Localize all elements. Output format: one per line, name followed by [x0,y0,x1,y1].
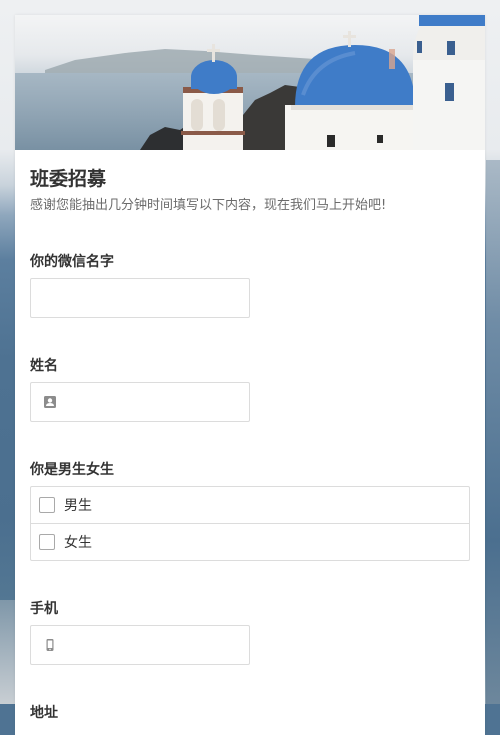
gender-option-male[interactable]: 男生 [31,487,469,523]
phone-input-box [30,625,250,665]
contact-card-icon [44,396,56,408]
female-checkbox[interactable] [39,534,55,550]
name-input-box [30,382,250,422]
background-sea-edge [486,160,500,704]
name-input[interactable] [31,383,249,421]
wechat-name-label: 你的微信名字 [30,254,114,270]
wechat-name-input-box [30,278,250,318]
male-checkbox[interactable] [39,497,55,513]
field-wechat-name: 你的微信名字 [30,254,470,318]
mobile-phone-icon [46,639,54,651]
field-name: 姓名 [30,358,470,422]
gender-option-female[interactable]: 女生 [31,523,469,560]
field-address: 地址 [30,705,470,721]
form-body: 班委招募 感谢您能抽出几分钟时间填写以下内容，现在我们马上开始吧! 你的微信名字… [15,150,485,721]
santorini-banner-illustration [15,15,485,150]
wechat-name-input[interactable] [31,279,249,317]
female-option-label: 女生 [64,535,92,551]
phone-label: 手机 [30,601,58,617]
field-gender: 你是男生女生 男生 女生 [30,462,470,561]
address-label: 地址 [30,705,58,721]
gender-checkbox-group: 男生 女生 [30,486,470,561]
header-banner-image [15,15,485,150]
name-label: 姓名 [30,358,58,374]
male-option-label: 男生 [64,498,92,514]
form-card: 班委招募 感谢您能抽出几分钟时间填写以下内容，现在我们马上开始吧! 你的微信名字… [15,15,485,735]
phone-input[interactable] [31,626,249,664]
form-description: 感谢您能抽出几分钟时间填写以下内容，现在我们马上开始吧! [30,198,387,213]
background-rock [0,600,16,704]
form-title: 班委招募 [30,168,107,190]
gender-label: 你是男生女生 [30,462,114,478]
field-phone: 手机 [30,601,470,665]
